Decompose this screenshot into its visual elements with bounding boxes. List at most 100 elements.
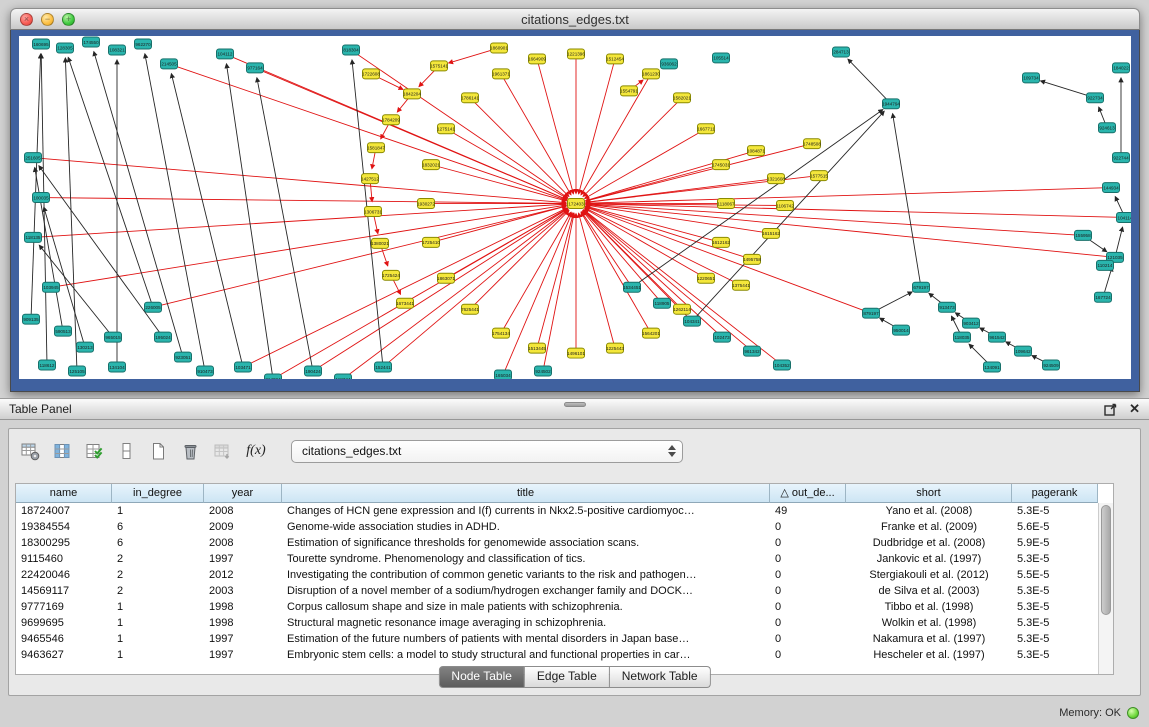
graph-node[interactable]: 1427512 — [361, 174, 379, 184]
graph-edge[interactable] — [692, 111, 884, 321]
table-cell[interactable]: 1997 — [204, 551, 282, 567]
graph-node[interactable]: 130213 — [77, 342, 94, 352]
graph-node[interactable]: 1842204 — [403, 89, 421, 99]
graph-node[interactable]: 1575141 — [430, 61, 448, 71]
table-cell[interactable]: Structural magnetic resonance image aver… — [282, 615, 770, 631]
graph-node[interactable]: 174550 — [83, 37, 100, 47]
table-cell[interactable]: 5.3E-5 — [1012, 503, 1098, 519]
network-window-titlebar[interactable]: × − + citations_edges.txt — [10, 8, 1140, 30]
graph-edge[interactable] — [33, 204, 566, 237]
table-cell[interactable]: Embryonic stem cells: a model to study s… — [282, 647, 770, 663]
table-cell[interactable]: 18724007 — [16, 503, 112, 519]
graph-node[interactable]: 1275141 — [437, 124, 455, 134]
table-cell[interactable]: Yano et al. (2008) — [846, 503, 1012, 519]
table-row[interactable]: 1830029562008Estimation of significance … — [16, 535, 1113, 551]
graph-edge[interactable] — [33, 158, 566, 203]
graph-node[interactable]: 1863071 — [437, 273, 455, 283]
graph-node[interactable]: 103471 — [235, 362, 252, 372]
graph-node[interactable]: 104112 — [217, 49, 234, 59]
table-cell[interactable]: Disruption of a novel member of a sodium… — [282, 583, 770, 599]
function-builder-button[interactable]: f(x) — [241, 438, 271, 464]
table-row[interactable]: 2242004622012Investigating the contribut… — [16, 567, 1113, 583]
graph-node[interactable]: 961342 — [744, 346, 761, 356]
graph-edge[interactable] — [537, 59, 573, 194]
graph-edge[interactable] — [579, 213, 615, 348]
close-panel-button[interactable]: ✕ — [1129, 403, 1140, 415]
graph-node[interactable]: 214024 — [265, 374, 282, 379]
table-options-button[interactable] — [17, 438, 43, 464]
graph-node[interactable]: 922744 — [1113, 153, 1130, 163]
graph-node[interactable]: 879197 — [863, 308, 880, 318]
table-cell[interactable]: 6 — [112, 519, 204, 535]
table-cell[interactable]: Wolkin et al. (1998) — [846, 615, 1012, 631]
graph-edge[interactable] — [145, 54, 205, 371]
zoom-window-button[interactable]: + — [62, 13, 75, 26]
graph-node[interactable]: 100035 — [33, 193, 50, 203]
graph-node[interactable]: 152441 — [375, 362, 392, 372]
graph-node[interactable]: 1861230 — [642, 69, 660, 79]
table-cell[interactable]: 5.3E-5 — [1012, 599, 1098, 615]
graph-edge[interactable] — [470, 98, 569, 197]
table-cell[interactable]: 5.9E-5 — [1012, 535, 1098, 551]
graph-edge[interactable] — [586, 151, 756, 201]
graph-node[interactable]: 165034 — [495, 370, 512, 379]
table-cell[interactable]: 1 — [112, 631, 204, 647]
table-cell[interactable]: Investigating the contribution of common… — [282, 567, 770, 583]
graph-node[interactable]: 104352 — [774, 360, 791, 370]
graph-edge[interactable] — [537, 213, 573, 348]
table-cell[interactable]: 0 — [770, 519, 846, 535]
graph-node[interactable]: 950014 — [893, 325, 910, 335]
graph-node[interactable]: 1225443 — [606, 343, 624, 353]
column-header-out_degree[interactable]: △ out_de... — [770, 484, 846, 503]
graph-node[interactable]: 923051 — [175, 352, 192, 362]
graph-node[interactable]: 195024 — [155, 332, 172, 342]
graph-edge[interactable] — [893, 114, 921, 288]
table-cell[interactable]: 9465546 — [16, 631, 112, 647]
graph-node[interactable]: 961542 — [989, 332, 1006, 342]
graph-node[interactable]: 284713 — [833, 47, 850, 57]
graph-node[interactable]: 1534451 — [623, 282, 641, 292]
graph-node[interactable]: 118135 — [25, 232, 42, 242]
table-cell[interactable]: 18300295 — [16, 535, 112, 551]
table-cell[interactable]: 5.3E-5 — [1012, 583, 1098, 599]
table-cell[interactable]: Corpus callosum shape and size in male p… — [282, 599, 770, 615]
table-cell[interactable]: de Silva et al. (2003) — [846, 583, 1012, 599]
table-cell[interactable]: 1998 — [204, 615, 282, 631]
graph-node[interactable]: 104341 — [684, 316, 701, 326]
column-header-name[interactable]: name — [16, 484, 112, 503]
graph-node[interactable]: 922734 — [1087, 93, 1104, 103]
graph-node[interactable]: 909135 — [23, 314, 40, 324]
table-cell[interactable]: 0 — [770, 599, 846, 615]
table-cell[interactable]: 5.3E-5 — [1012, 615, 1098, 631]
graph-node[interactable]: 1375441 — [732, 280, 750, 290]
graph-edge[interactable] — [65, 58, 77, 371]
float-panel-button[interactable] — [1104, 403, 1117, 416]
graph-edge[interactable] — [31, 54, 41, 319]
graph-node[interactable]: 190424 — [305, 366, 322, 376]
table-cell[interactable]: 2 — [112, 583, 204, 599]
graph-edge[interactable] — [35, 167, 63, 331]
table-cell[interactable]: 22420046 — [16, 567, 112, 583]
network-canvas[interactable]: 1724031861230151245412213961664909196137… — [19, 36, 1131, 379]
graph-node[interactable]: 1513445 — [528, 343, 546, 353]
table-cell[interactable]: 2 — [112, 567, 204, 583]
tab-network-table[interactable]: Network Table — [610, 666, 711, 688]
graph-node[interactable]: 1930272 — [417, 199, 435, 209]
graph-node[interactable]: 1512454 — [606, 54, 624, 64]
graph-node[interactable]: 977164 — [247, 63, 264, 73]
table-selector-dropdown[interactable]: citations_edges.txt — [291, 440, 683, 463]
graph-edge[interactable] — [255, 68, 567, 200]
graph-node[interactable]: 155958 — [1075, 230, 1092, 240]
graph-edge[interactable] — [226, 64, 273, 379]
graph-node[interactable]: 818304 — [343, 45, 360, 55]
graph-node[interactable]: 160695 — [33, 39, 50, 49]
table-cell[interactable]: 14569117 — [16, 583, 112, 599]
graph-node[interactable]: 125105 — [69, 366, 86, 376]
table-cell[interactable]: 6 — [112, 535, 204, 551]
graph-node[interactable]: 1262114 — [673, 304, 691, 314]
graph-edge[interactable] — [586, 144, 812, 201]
graph-node[interactable]: 1106742 — [776, 201, 794, 211]
graph-node[interactable]: 1664909 — [528, 54, 546, 64]
table-cell[interactable]: 1 — [112, 647, 204, 663]
graph-node[interactable]: 144934 — [1103, 183, 1120, 193]
